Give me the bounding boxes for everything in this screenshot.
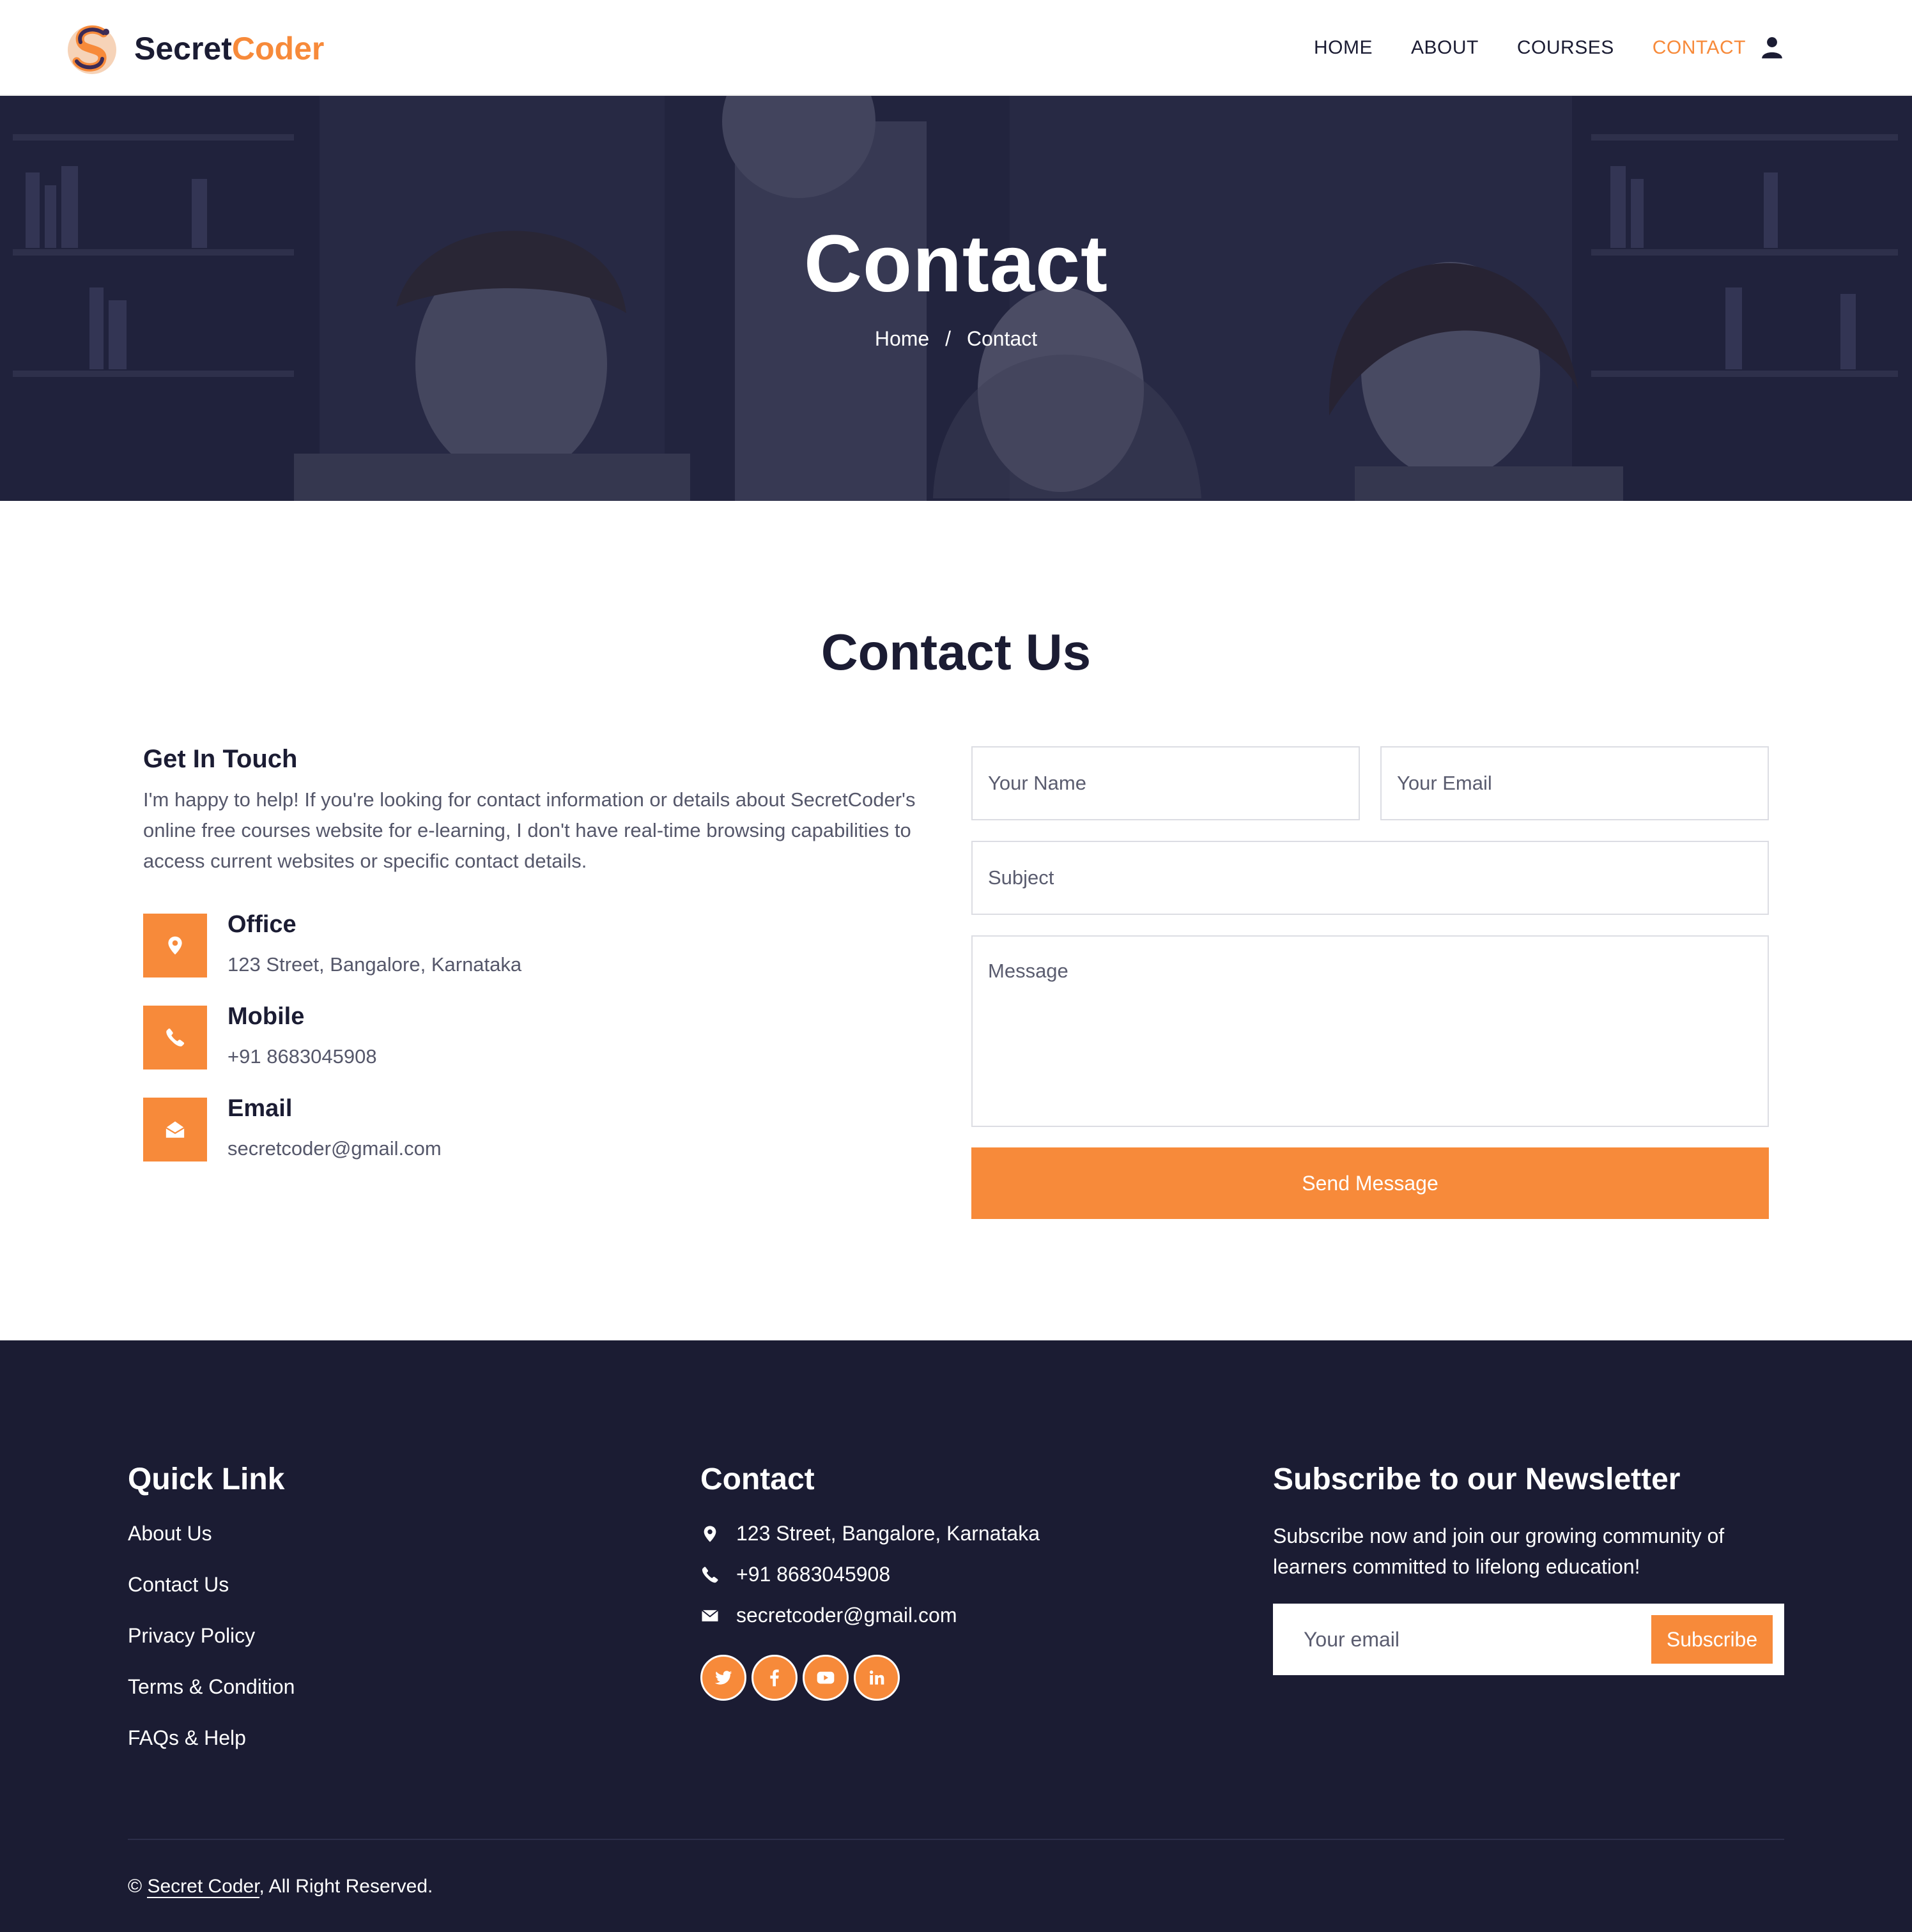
send-message-button[interactable]: Send Message	[971, 1147, 1769, 1219]
footer-divider	[128, 1839, 1784, 1840]
email-label: Email	[227, 1095, 293, 1122]
nav-contact[interactable]: CONTACT	[1653, 37, 1746, 59]
mobile-value: +91 8683045908	[227, 1045, 377, 1068]
quick-link-title: Quick Link	[128, 1462, 285, 1496]
brand[interactable]: SecretCoder	[64, 22, 324, 75]
mobile-icon-box	[143, 1006, 207, 1070]
social-links	[700, 1655, 905, 1701]
nav-about[interactable]: ABOUT	[1411, 37, 1479, 59]
breadcrumb: Home / Contact	[0, 327, 1912, 351]
linkedin-icon	[870, 1670, 884, 1685]
twitter-button[interactable]	[700, 1655, 746, 1701]
linkedin-button[interactable]	[854, 1655, 900, 1701]
footer-link-contact[interactable]: Contact Us	[128, 1573, 229, 1597]
envelope-open-icon	[166, 1121, 185, 1138]
user-icon[interactable]	[1760, 35, 1784, 59]
footer: Quick Link About Us Contact Us Privacy P…	[0, 1340, 1912, 1932]
footer-phone-row: +91 8683045908	[700, 1563, 890, 1586]
subject-input[interactable]	[971, 841, 1769, 915]
email-input[interactable]	[1380, 746, 1769, 820]
footer-link-privacy[interactable]: Privacy Policy	[128, 1624, 255, 1648]
breadcrumb-home[interactable]: Home	[875, 327, 929, 350]
footer-link-about[interactable]: About Us	[128, 1522, 212, 1545]
nav-home[interactable]: HOME	[1314, 37, 1373, 59]
office-icon-box	[143, 914, 207, 977]
copyright-brand-link[interactable]: Secret Coder	[147, 1876, 259, 1898]
breadcrumb-current: Contact	[966, 327, 1038, 350]
phone-icon	[166, 1028, 185, 1046]
page-hero: Contact Home / Contact	[0, 96, 1912, 501]
newsletter-text: Subscribe now and join our growing commu…	[1273, 1524, 1725, 1578]
office-value: 123 Street, Bangalore, Karnataka	[227, 953, 522, 976]
brand-name: SecretCoder	[134, 30, 324, 67]
brand-name-part1: Secret	[134, 31, 232, 66]
main-nav: HOME ABOUT COURSES CONTACT	[1276, 0, 1746, 96]
envelope-icon	[701, 1609, 719, 1621]
footer-link-faqs[interactable]: FAQs & Help	[128, 1726, 246, 1750]
navbar: SecretCoder HOME ABOUT COURSES CONTACT	[0, 0, 1912, 96]
copyright: © Secret Coder, All Right Reserved.	[128, 1876, 433, 1898]
office-info: Office 123 Street, Bangalore, Karnataka	[143, 911, 910, 977]
footer-phone: +91 8683045908	[736, 1563, 891, 1586]
facebook-icon	[770, 1669, 779, 1687]
map-pin-icon	[168, 936, 182, 955]
name-input[interactable]	[971, 746, 1360, 820]
email-icon-box	[143, 1098, 207, 1162]
footer-address-row: 123 Street, Bangalore, Karnataka	[700, 1522, 1040, 1545]
section-title: Contact Us	[821, 624, 1091, 680]
subscribe-button[interactable]: Subscribe	[1651, 1615, 1773, 1664]
newsletter-title: Subscribe to our Newsletter	[1273, 1462, 1681, 1496]
youtube-icon	[817, 1671, 835, 1684]
email-value: secretcoder@gmail.com	[227, 1137, 442, 1160]
newsletter-form: Subscribe	[1273, 1604, 1784, 1675]
footer-email-row: secretcoder@gmail.com	[700, 1604, 957, 1627]
copyright-suffix: , All Right Reserved.	[259, 1876, 433, 1897]
footer-link-terms[interactable]: Terms & Condition	[128, 1675, 295, 1699]
twitter-icon	[714, 1671, 732, 1685]
office-label: Office	[227, 911, 297, 938]
breadcrumb-separator: /	[945, 327, 951, 350]
brand-logo-icon	[68, 25, 116, 74]
mobile-label: Mobile	[227, 1003, 305, 1030]
newsletter-email-input[interactable]	[1286, 1615, 1644, 1664]
page-title: Contact	[804, 218, 1108, 309]
get-in-touch-text: I'm happy to help! If you're looking for…	[143, 788, 916, 872]
email-info: Email secretcoder@gmail.com	[143, 1095, 910, 1162]
map-pin-icon	[704, 1526, 716, 1542]
footer-email: secretcoder@gmail.com	[736, 1604, 957, 1627]
footer-address: 123 Street, Bangalore, Karnataka	[736, 1522, 1040, 1545]
brand-name-part2: Coder	[231, 31, 325, 66]
nav-courses[interactable]: COURSES	[1517, 37, 1614, 59]
mobile-info: Mobile +91 8683045908	[143, 1003, 910, 1070]
copyright-symbol: ©	[128, 1876, 143, 1897]
phone-icon	[702, 1566, 718, 1583]
get-in-touch-title: Get In Touch	[143, 745, 298, 773]
footer-contact-title: Contact	[700, 1462, 815, 1496]
facebook-button[interactable]	[752, 1655, 798, 1701]
message-textarea[interactable]	[971, 935, 1769, 1127]
youtube-button[interactable]	[803, 1655, 849, 1701]
